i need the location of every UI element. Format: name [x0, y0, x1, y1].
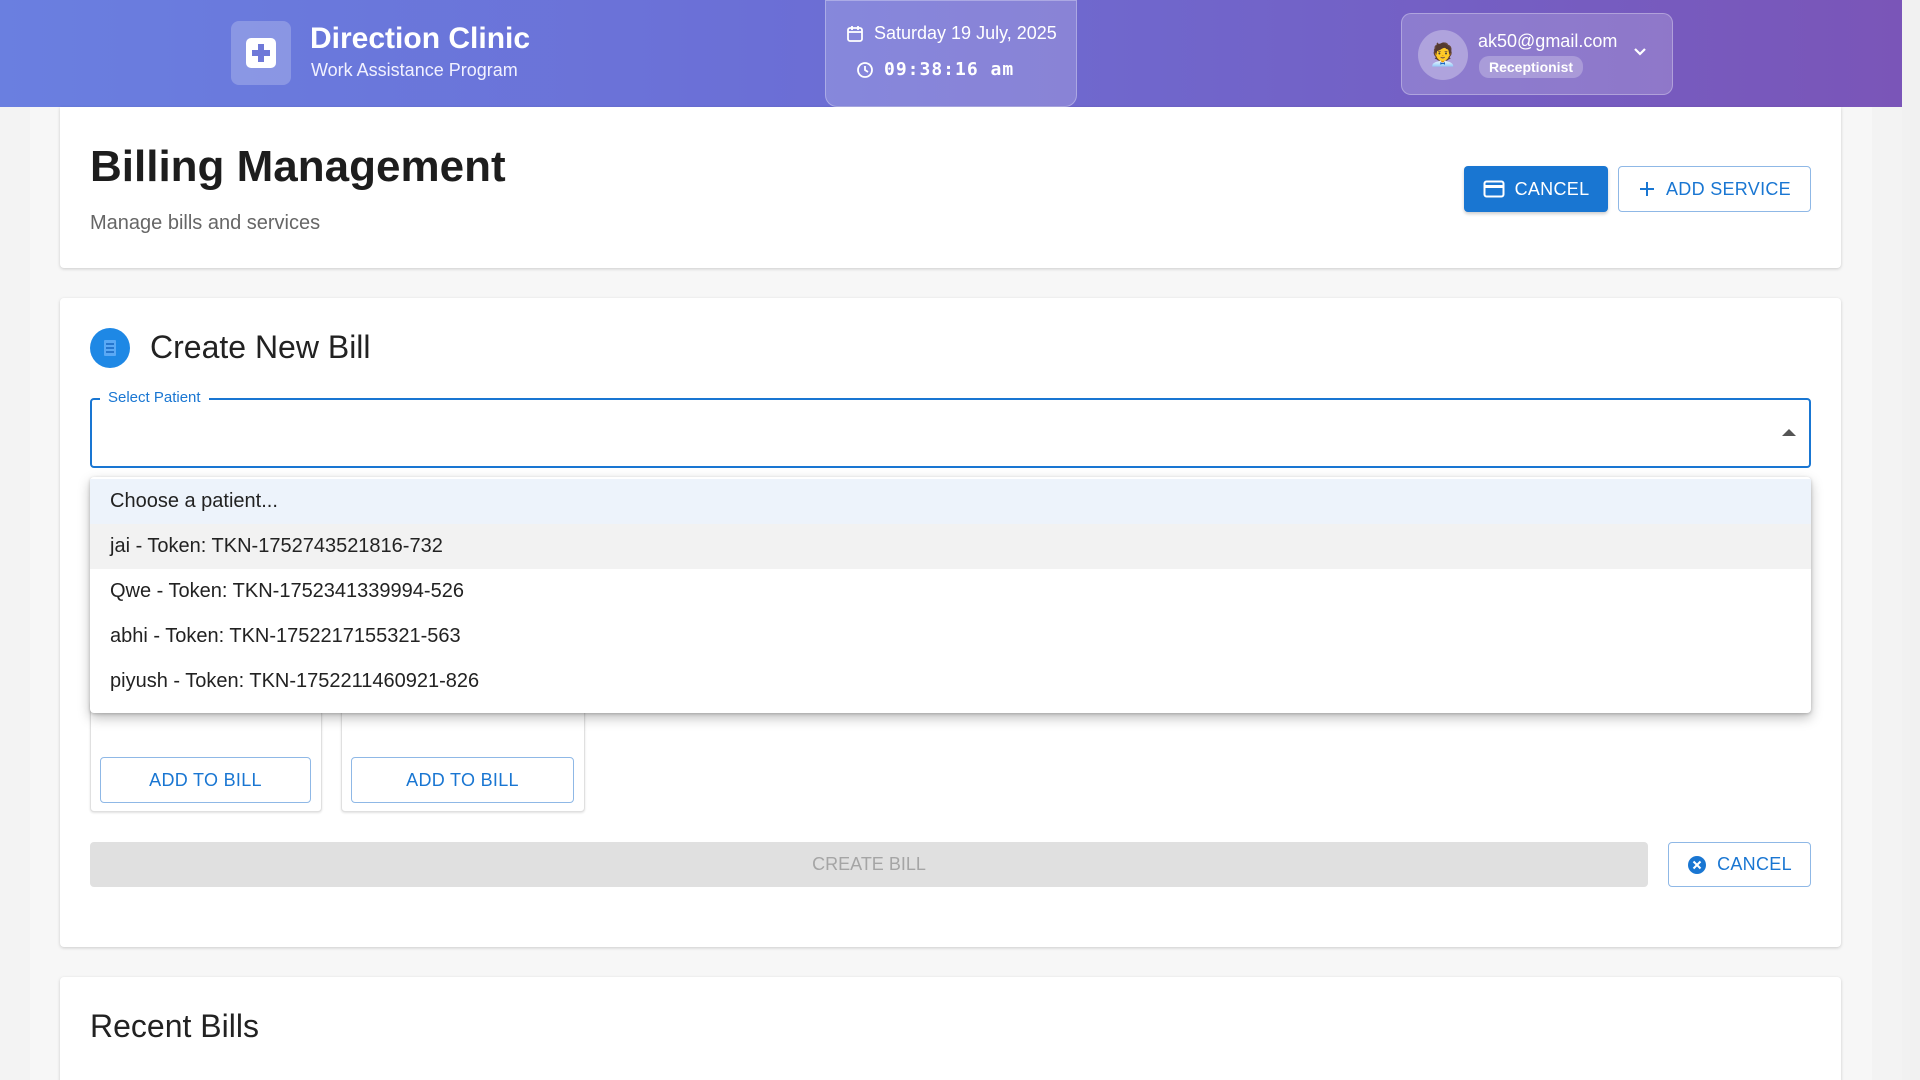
scrollbar[interactable]	[1902, 0, 1920, 1080]
cancel-button-label: CANCEL	[1514, 178, 1590, 199]
app-header: Direction Clinic Work Assistance Program…	[0, 0, 1902, 107]
caret-up-icon[interactable]	[1782, 429, 1796, 436]
app-subtitle: Work Assistance Program	[311, 60, 518, 80]
dropdown-option[interactable]: Qwe - Token: TKN-1752341339994-526	[90, 569, 1811, 614]
patient-select[interactable]	[90, 398, 1811, 468]
datetime-panel: Saturday 19 July, 2025 09:38:16 am	[825, 0, 1077, 107]
user-email: ak50@gmail.com	[1478, 31, 1618, 51]
recent-bills-title: Recent Bills	[90, 1008, 259, 1044]
cancel-bill-label: CANCEL	[1717, 854, 1792, 874]
avatar: 🧑‍💼	[1418, 30, 1468, 80]
patient-dropdown-menu: Choose a patient... jai - Token: TKN-175…	[90, 477, 1811, 713]
page-subtitle: Manage bills and services	[90, 212, 321, 234]
credit-card-icon	[1483, 180, 1505, 198]
app-title: Direction Clinic	[310, 22, 531, 55]
role-badge: Receptionist	[1479, 56, 1584, 78]
clock-icon	[857, 61, 873, 78]
create-bill-button[interactable]: CREATE BILL	[90, 842, 1648, 887]
cancel-bill-button[interactable]: CANCEL	[1668, 842, 1811, 887]
add-service-button[interactable]: ADD SERVICE	[1618, 166, 1811, 212]
dropdown-option[interactable]: Choose a patient...	[90, 479, 1811, 524]
receipt-icon	[90, 328, 130, 368]
dropdown-option[interactable]: jai - Token: TKN-1752743521816-732	[90, 524, 1811, 569]
current-date: Saturday 19 July, 2025	[874, 23, 1057, 43]
plus-icon	[1639, 182, 1654, 196]
add-to-bill-button[interactable]: ADD TO BILL	[351, 757, 574, 803]
add-to-bill-button[interactable]: ADD TO BILL	[100, 757, 311, 803]
page-title: Billing Management	[90, 142, 506, 191]
create-bill-title: Create New Bill	[150, 329, 371, 365]
dropdown-option[interactable]: abhi - Token: TKN-1752217155321-563	[90, 614, 1811, 659]
cancel-button[interactable]: CANCEL	[1464, 166, 1608, 212]
dropdown-option[interactable]: piyush - Token: TKN-1752211460921-826	[90, 659, 1811, 704]
current-time: 09:38:16 am	[884, 59, 1015, 80]
user-menu[interactable]: 🧑‍💼 ak50@gmail.com Receptionist	[1401, 13, 1673, 95]
medical-cross-icon	[231, 21, 291, 85]
recent-bills-card	[60, 977, 1841, 1080]
add-service-label: ADD SERVICE	[1665, 178, 1791, 199]
chevron-down-icon[interactable]	[1633, 45, 1647, 59]
cancel-circle-icon	[1688, 855, 1707, 874]
calendar-icon	[847, 25, 863, 42]
patient-select-label: Select Patient	[100, 389, 209, 406]
